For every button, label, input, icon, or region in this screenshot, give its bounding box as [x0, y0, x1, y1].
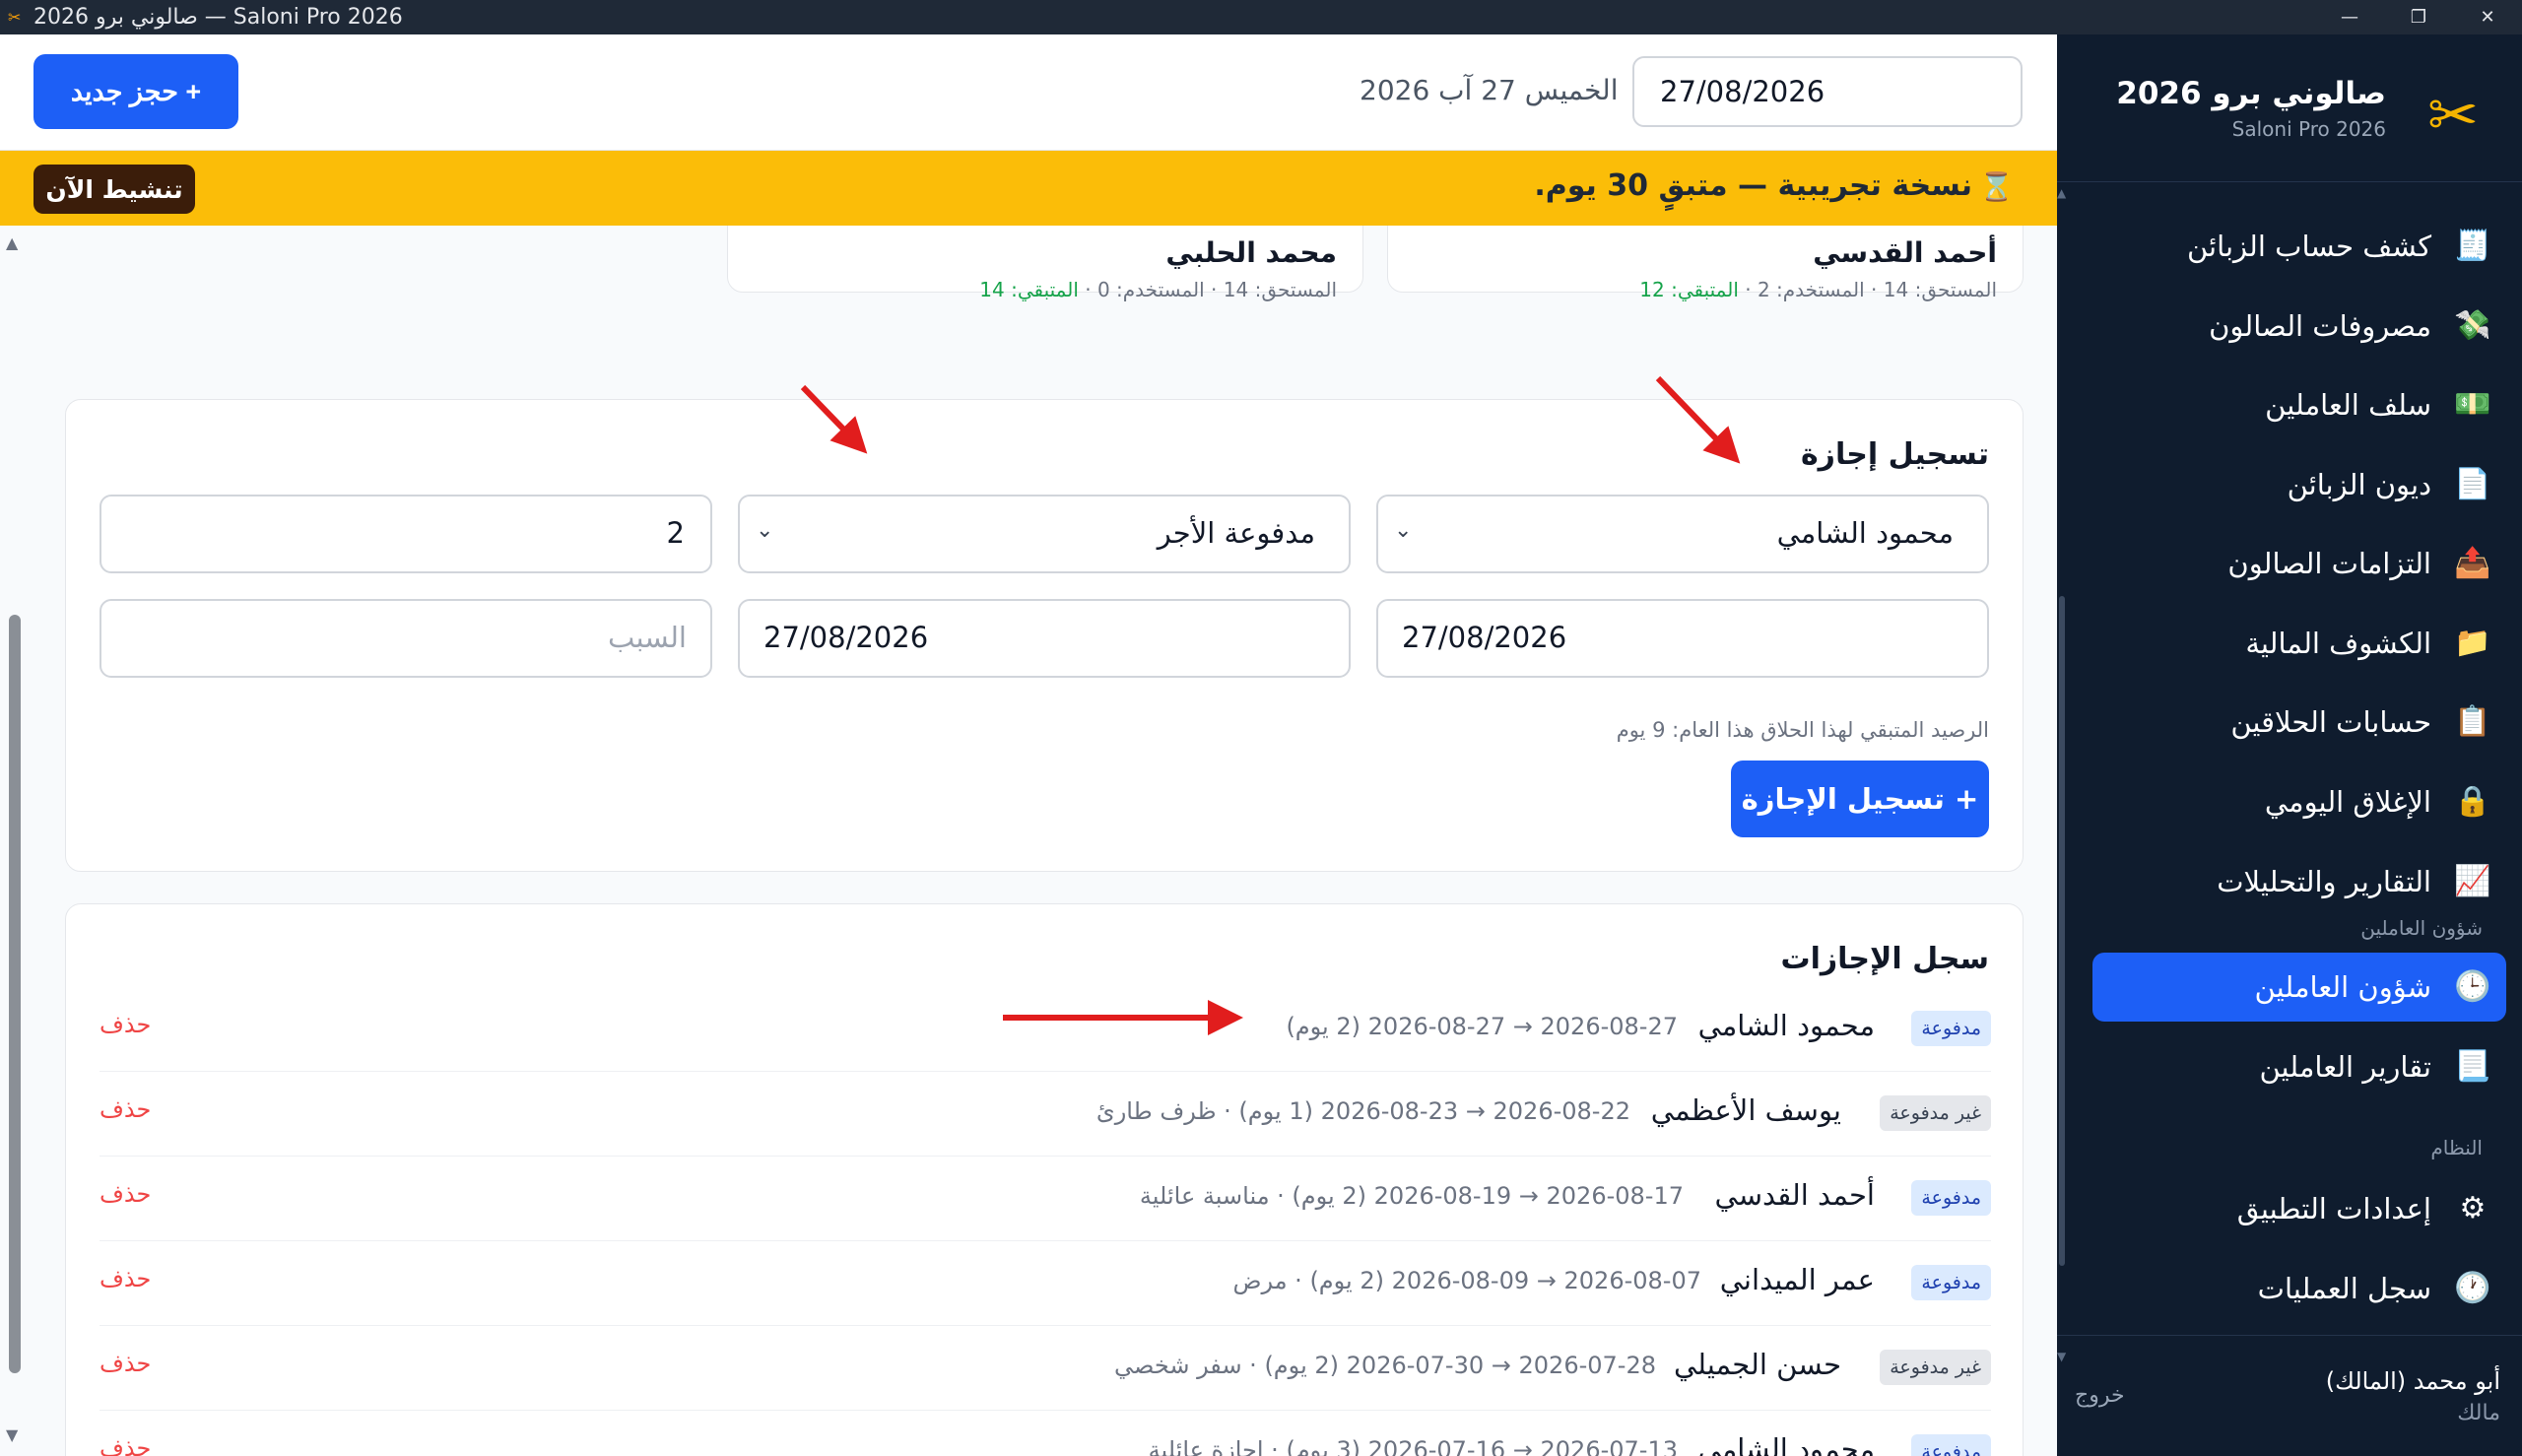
arrow-to-type-select — [800, 384, 868, 454]
annotation-arrows — [800, 375, 1741, 1035]
arrow-to-employee-select — [1655, 375, 1741, 464]
